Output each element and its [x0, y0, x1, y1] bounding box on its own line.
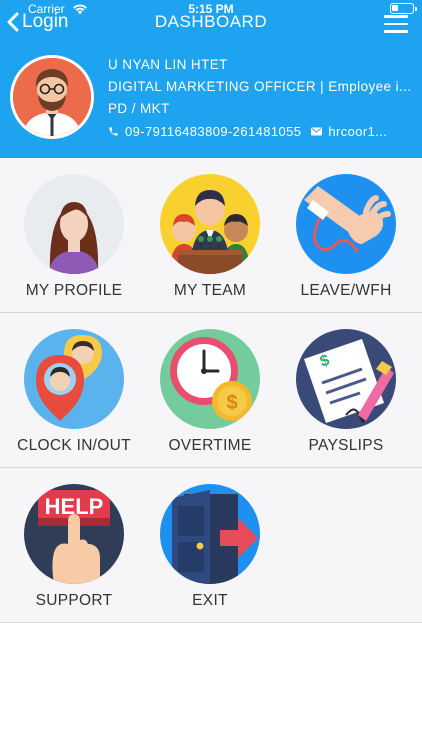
tile-label: CLOCK IN/OUT	[17, 437, 131, 454]
woman-profile-icon	[24, 174, 124, 274]
employee-phone[interactable]: 09-79116483809-261481055	[125, 124, 301, 139]
profile-info: U NYAN LIN HTET DIGITAL MARKETING OFFICE…	[108, 54, 412, 142]
employee-department: PD / MKT	[108, 101, 170, 116]
tile-clock-in-out[interactable]: CLOCK IN/OUT	[6, 313, 142, 467]
location-pin-icon	[24, 329, 124, 429]
tile-leave-wfh[interactable]: LEAVE/WFH	[278, 158, 414, 312]
dashboard-grid: MY PROFILE MY TEAM LEAVE/WFH CLOCK IN/OU…	[0, 158, 422, 623]
tile-label: EXIT	[192, 592, 228, 609]
tile-support[interactable]: HELP SUPPORT	[6, 468, 142, 622]
employee-position: DIGITAL MARKETING OFFICER | Employee i..…	[108, 79, 412, 94]
employee-name: U NYAN LIN HTET	[108, 57, 228, 72]
tile-exit[interactable]: EXIT	[142, 468, 278, 622]
mail-icon	[311, 127, 323, 135]
tile-my-team[interactable]: MY TEAM	[142, 158, 278, 312]
payslip-pen-icon: $	[296, 329, 396, 429]
tile-label: PAYSLIPS	[308, 437, 384, 454]
tile-label: MY PROFILE	[25, 282, 123, 299]
team-icon	[160, 174, 260, 274]
nav-bar: Login DASHBOARD	[0, 10, 422, 40]
grid-row: HELP SUPPORT EXIT	[0, 468, 422, 623]
help-button-icon: HELP	[24, 484, 124, 584]
employee-email[interactable]: hrcoor1...	[328, 124, 388, 139]
header: Carrier 5:15 PM Login DASHBOARD U NYAN L…	[0, 0, 422, 158]
bandaged-hand-icon	[296, 174, 396, 274]
hamburger-menu-icon[interactable]	[384, 15, 408, 33]
tile-payslips[interactable]: $ PAYSLIPS	[278, 313, 414, 467]
tile-label: OVERTIME	[168, 437, 252, 454]
door-exit-icon	[160, 484, 260, 584]
avatar[interactable]	[10, 55, 94, 139]
tile-overtime[interactable]: $ OVERTIME	[142, 313, 278, 467]
grid-row: MY PROFILE MY TEAM LEAVE/WFH	[0, 158, 422, 313]
svg-text:$: $	[226, 392, 237, 414]
phone-icon	[109, 126, 118, 136]
grid-row: CLOCK IN/OUT $ OVERTIME $ PAYSLIPS	[0, 313, 422, 468]
tile-label: LEAVE/WFH	[300, 282, 392, 299]
tile-my-profile[interactable]: MY PROFILE	[6, 158, 142, 312]
page-title: DASHBOARD	[154, 12, 268, 31]
tile-label: SUPPORT	[35, 592, 113, 609]
clock-coin-icon: $	[160, 329, 260, 429]
tile-label: MY TEAM	[173, 282, 247, 299]
contact-row: 09-79116483809-261481055 hrcoor1...	[108, 120, 412, 142]
